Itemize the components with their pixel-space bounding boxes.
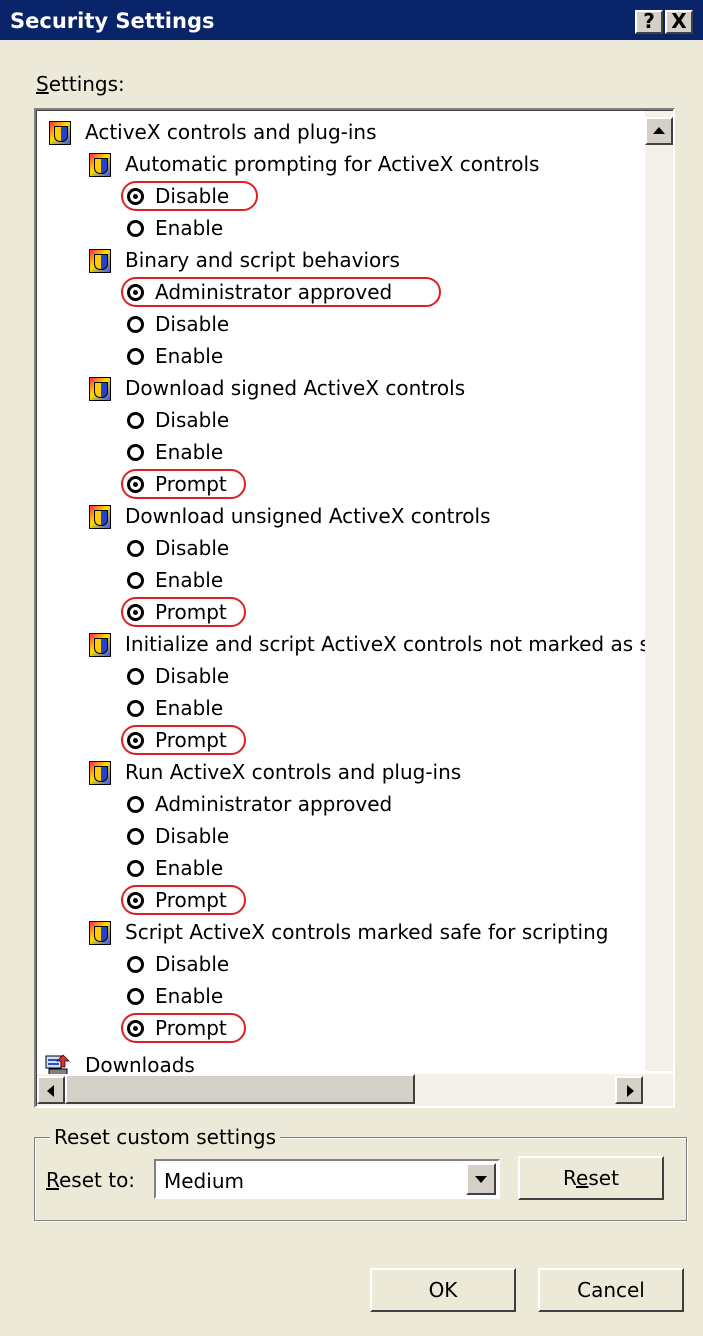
tree-group-label[interactable]: Download signed ActiveX controls xyxy=(125,373,465,403)
radio-option-label[interactable]: Disable xyxy=(155,533,229,563)
radio-unselected[interactable] xyxy=(127,860,144,877)
radio-option-label[interactable]: Prompt xyxy=(155,597,227,627)
shield-icon xyxy=(89,153,111,177)
radio-option-label[interactable]: Enable xyxy=(155,213,223,243)
reset-to-text: eset to: xyxy=(59,1168,136,1192)
scroll-left-button[interactable] xyxy=(37,1076,65,1104)
radio-unselected[interactable] xyxy=(127,828,144,845)
shield-icon xyxy=(89,377,111,401)
settings-label: Settings: xyxy=(36,72,125,96)
radio-option-label[interactable]: Prompt xyxy=(155,469,227,499)
radio-unselected[interactable] xyxy=(127,796,144,813)
tree-group-label[interactable]: Download unsigned ActiveX controls xyxy=(125,501,491,531)
shield-icon xyxy=(89,505,111,529)
arrow-right-icon xyxy=(627,1085,634,1097)
shield-icon xyxy=(89,633,111,657)
radio-option-label[interactable]: Prompt xyxy=(155,725,227,755)
radio-option-label[interactable]: Enable xyxy=(155,853,223,883)
radio-unselected[interactable] xyxy=(127,540,144,557)
radio-option-label[interactable]: Disable xyxy=(155,405,229,435)
radio-selected[interactable] xyxy=(127,476,144,493)
chevron-down-icon xyxy=(475,1176,487,1183)
radio-selected[interactable] xyxy=(127,1020,144,1037)
radio-unselected[interactable] xyxy=(127,220,144,237)
arrow-left-icon xyxy=(47,1085,54,1097)
reset-level-value: Medium xyxy=(164,1169,244,1193)
cancel-button[interactable]: Cancel xyxy=(538,1268,684,1312)
downloads-icon xyxy=(45,1053,70,1076)
shield-icon xyxy=(49,121,71,145)
radio-option-label[interactable]: Administrator approved xyxy=(155,789,392,819)
tree-group-label[interactable]: Run ActiveX controls and plug-ins xyxy=(125,757,461,787)
radio-selected[interactable] xyxy=(127,188,144,205)
shield-icon xyxy=(89,249,111,273)
tree-group-label[interactable]: Binary and script behaviors xyxy=(125,245,400,275)
radio-unselected[interactable] xyxy=(127,572,144,589)
title-bar[interactable]: Security Settings ? X xyxy=(0,0,703,40)
reset-button-text-2: set xyxy=(588,1166,619,1190)
window-title: Security Settings xyxy=(10,9,215,33)
tree-group-label[interactable]: Automatic prompting for ActiveX controls xyxy=(125,149,539,179)
settings-tree-content: ActiveX controls and plug-ins Automatic … xyxy=(36,110,673,1106)
radio-option-label[interactable]: Disable xyxy=(155,309,229,339)
reset-button-text-1: R xyxy=(563,1166,577,1190)
radio-selected[interactable] xyxy=(127,284,144,301)
tree-group-label[interactable]: Initialize and script ActiveX controls n… xyxy=(125,629,673,659)
tree-group-label[interactable]: Script ActiveX controls marked safe for … xyxy=(125,917,608,947)
radio-unselected[interactable] xyxy=(127,316,144,333)
radio-option-label[interactable]: Prompt xyxy=(155,885,227,915)
radio-unselected[interactable] xyxy=(127,348,144,365)
arrow-up-icon xyxy=(653,127,665,134)
radio-option-label[interactable]: Enable xyxy=(155,693,223,723)
horizontal-scrollbar[interactable] xyxy=(37,1074,673,1106)
radio-option-label[interactable]: Enable xyxy=(155,565,223,595)
radio-option-label[interactable]: Enable xyxy=(155,981,223,1011)
radio-option-label[interactable]: Enable xyxy=(155,341,223,371)
reset-level-select[interactable]: Medium xyxy=(154,1159,500,1199)
reset-group-title: Reset custom settings xyxy=(50,1125,280,1149)
radio-unselected[interactable] xyxy=(127,412,144,429)
scroll-up-button[interactable] xyxy=(645,117,673,145)
radio-unselected[interactable] xyxy=(127,700,144,717)
radio-unselected[interactable] xyxy=(127,444,144,461)
reset-button[interactable]: Reset xyxy=(518,1156,664,1200)
settings-label-mnemonic: S xyxy=(36,72,49,96)
reset-button-mnemonic: e xyxy=(576,1166,589,1190)
radio-option-label[interactable]: Disable xyxy=(155,949,229,979)
radio-option-label[interactable]: Disable xyxy=(155,661,229,691)
radio-unselected[interactable] xyxy=(127,956,144,973)
reset-to-label: Reset to: xyxy=(46,1168,135,1192)
close-button[interactable]: X xyxy=(665,10,693,34)
settings-label-text: ettings: xyxy=(48,72,125,96)
shield-icon xyxy=(89,761,111,785)
radio-selected[interactable] xyxy=(127,732,144,749)
radio-option-label[interactable]: Enable xyxy=(155,437,223,467)
radio-selected[interactable] xyxy=(127,892,144,909)
radio-unselected[interactable] xyxy=(127,668,144,685)
dropdown-button[interactable] xyxy=(466,1163,496,1195)
reset-to-mnemonic: R xyxy=(46,1168,59,1192)
horizontal-scroll-thumb[interactable] xyxy=(65,1074,415,1104)
vertical-scrollbar[interactable] xyxy=(645,111,673,1071)
settings-tree[interactable]: ActiveX controls and plug-ins Automatic … xyxy=(34,108,675,1108)
radio-option-label[interactable]: Prompt xyxy=(155,1013,227,1043)
radio-option-label[interactable]: Administrator approved xyxy=(155,277,392,307)
radio-selected[interactable] xyxy=(127,604,144,621)
security-settings-dialog: Security Settings ? X Settings: ActiveX … xyxy=(0,0,703,1336)
ok-button[interactable]: OK xyxy=(370,1268,516,1312)
radio-option-label[interactable]: Disable xyxy=(155,181,229,211)
radio-unselected[interactable] xyxy=(127,988,144,1005)
radio-option-label[interactable]: Disable xyxy=(155,821,229,851)
shield-icon xyxy=(89,921,111,945)
help-button[interactable]: ? xyxy=(635,10,663,34)
scroll-right-button[interactable] xyxy=(615,1076,643,1104)
tree-root-label[interactable]: ActiveX controls and plug-ins xyxy=(85,117,377,147)
